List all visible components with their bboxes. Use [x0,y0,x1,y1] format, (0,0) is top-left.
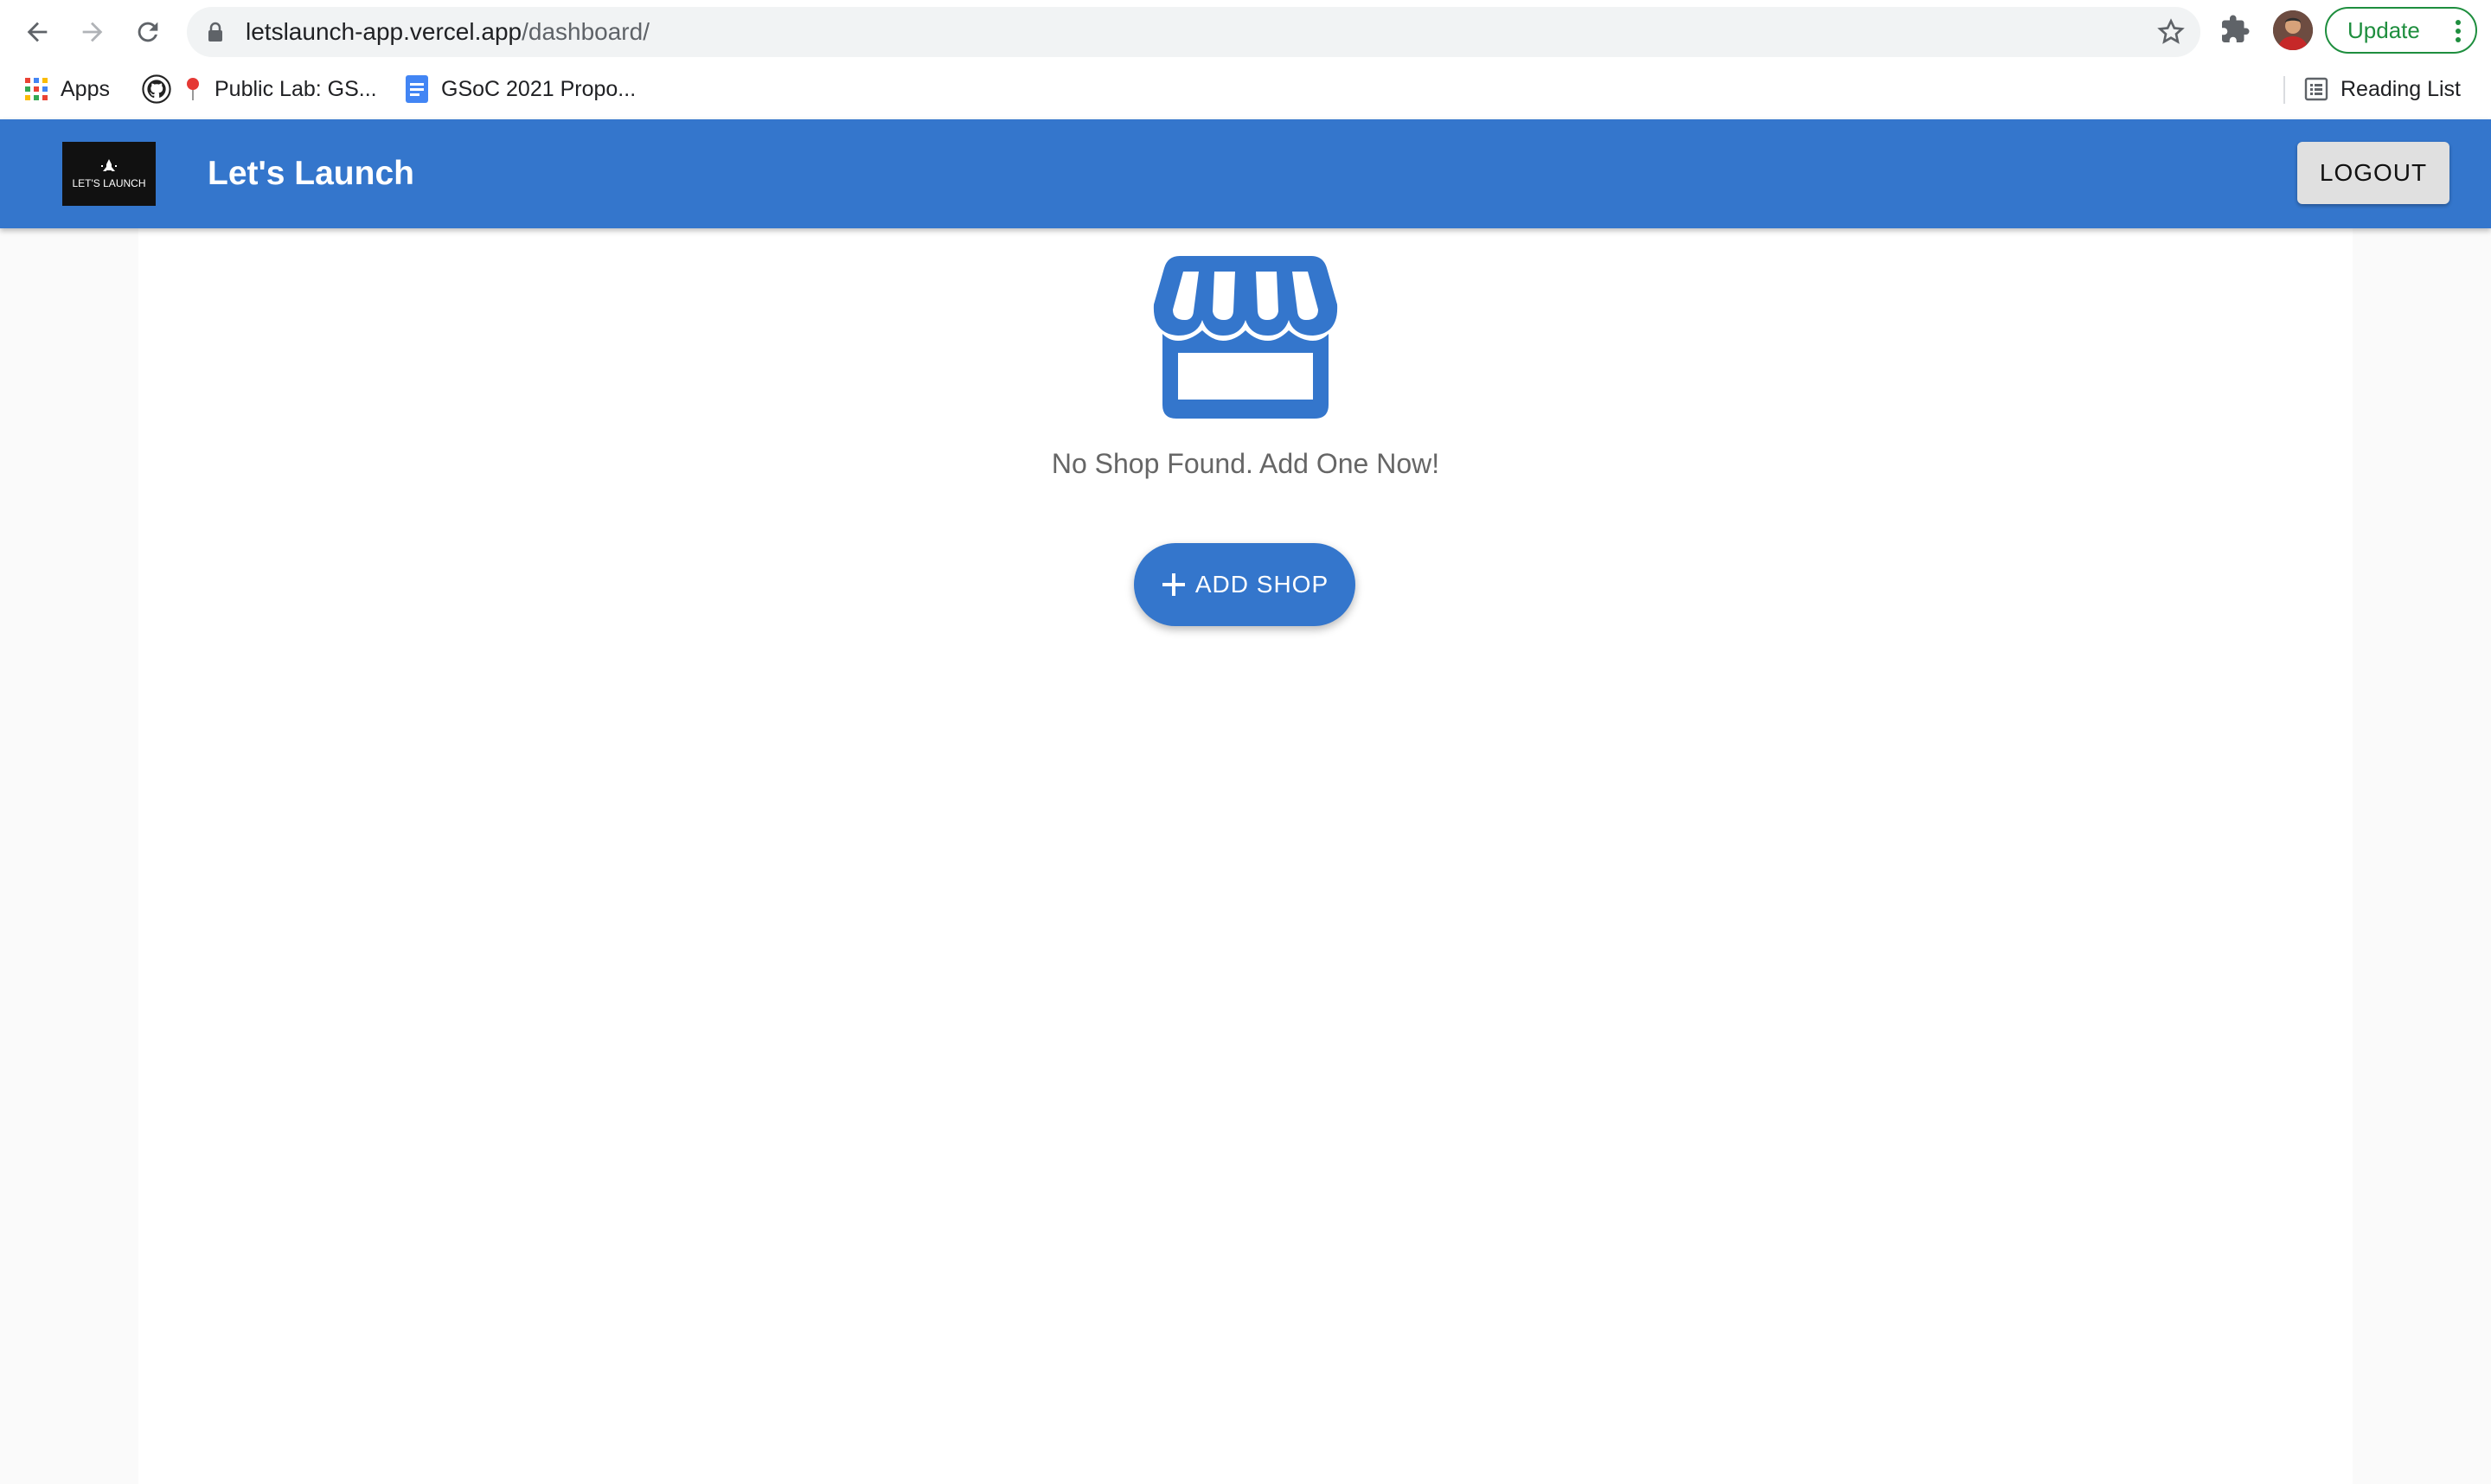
bookmark-github[interactable] [142,64,183,114]
reload-icon [138,22,158,42]
bookmark-apps[interactable]: Apps [24,64,110,114]
logo-text: LET'S LAUNCH [72,177,146,189]
reading-list-button[interactable]: Reading List [2304,64,2461,114]
url-host: letslaunch-app.vercel.app [246,18,522,45]
forward-button[interactable] [73,12,112,52]
update-chrome-button[interactable]: Update [2325,7,2477,54]
bookmark-label: Apps [61,76,110,101]
avatar-image [2273,10,2313,50]
bookmark-label: Public Lab: GS... [215,76,377,101]
rocket-logo-icon [101,159,117,171]
extensions-puzzle-icon[interactable] [2219,14,2251,45]
app-logo[interactable]: LET'S LAUNCH [62,142,156,206]
update-label: Update [2347,17,2420,43]
empty-state-message: No Shop Found. Add One Now! [1051,448,1440,479]
bookmarks-bar: Apps Public Lab: GS... GSoC 2021 Propo..… [0,64,2491,119]
bookmark-label: GSoC 2021 Propo... [441,76,637,101]
back-arrow-icon [27,22,48,42]
google-docs-icon [405,74,429,104]
browser-toolbar: letslaunch-app.vercel.app/dashboard/ Upd… [0,0,2491,64]
bookmark-star-icon[interactable] [2157,18,2185,46]
lock-icon [208,22,222,42]
dashboard-content: No Shop Found. Add One Now! ADD SHOP [138,228,2353,1484]
plus-icon [1161,572,1187,598]
app-header: LET'S LAUNCH Let's Launch LOGOUT [0,119,2491,228]
more-vertical-icon [2456,20,2461,42]
bookmark-gsoc-proposal[interactable]: GSoC 2021 Propo... [405,64,636,114]
back-button[interactable] [17,12,57,52]
reading-list-label: Reading List [2341,76,2461,101]
url-path: /dashboard/ [522,18,650,45]
profile-avatar[interactable] [2273,10,2313,50]
bookmark-public-lab[interactable]: Public Lab: GS... [183,64,377,114]
add-shop-button[interactable]: ADD SHOP [1134,543,1355,626]
storefront-icon [1153,256,1338,419]
pin-icon [183,76,202,102]
add-shop-label: ADD SHOP [1194,571,1329,598]
apps-grid-icon [24,77,48,101]
app-title: Let's Launch [208,155,414,192]
forward-arrow-icon [82,22,103,42]
bookmarks-divider [2283,76,2285,104]
github-icon [142,74,171,104]
reload-button[interactable] [128,12,168,52]
logout-button[interactable]: LOGOUT [2297,142,2449,204]
reading-list-icon [2304,77,2328,101]
url-text: letslaunch-app.vercel.app/dashboard/ [246,7,650,57]
address-bar[interactable]: letslaunch-app.vercel.app/dashboard/ [187,7,2200,57]
